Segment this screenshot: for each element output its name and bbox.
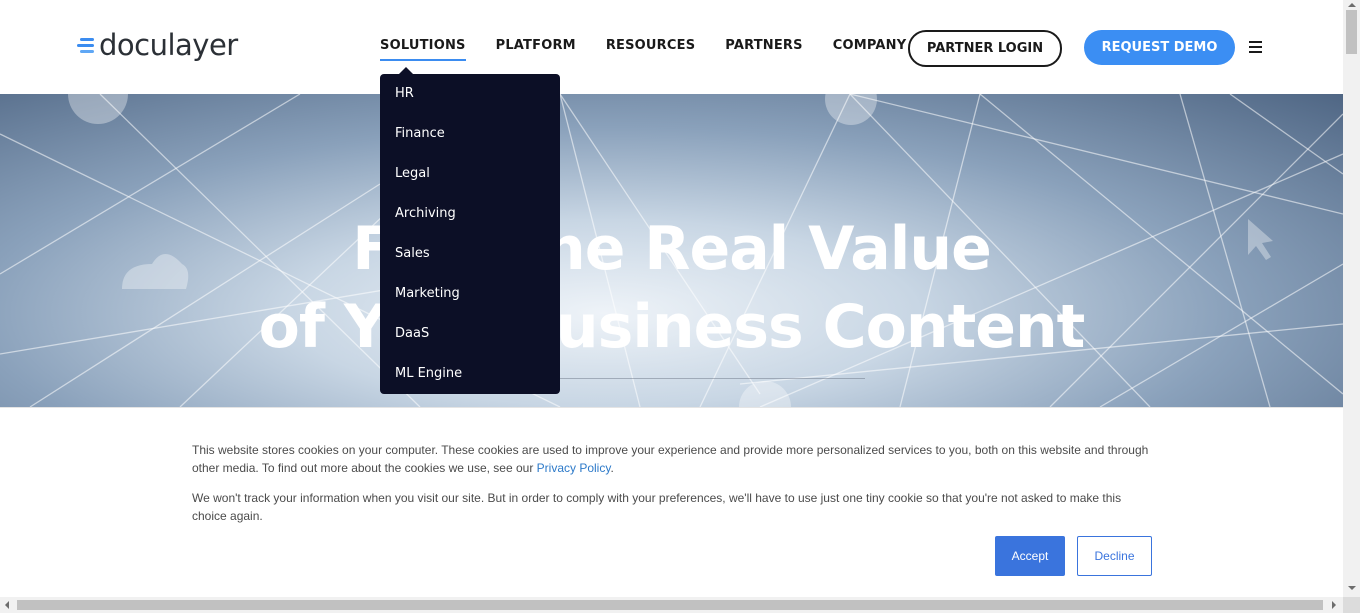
stacked-lines-logo-icon — [77, 33, 95, 57]
scroll-down-arrow-icon[interactable] — [1348, 586, 1356, 590]
cookie-text-1-end: . — [610, 461, 614, 475]
menu-item-daas[interactable]: DaaS — [395, 324, 429, 344]
cookie-text-2: We won't track your information when you… — [192, 491, 1122, 523]
nav-solutions[interactable]: SOLUTIONS — [380, 38, 466, 61]
scrollbar-corner — [1343, 597, 1360, 613]
scroll-right-arrow-icon[interactable] — [1332, 601, 1336, 609]
nav-resources[interactable]: RESOURCES — [606, 38, 695, 58]
request-demo-button[interactable]: REQUEST DEMO — [1084, 30, 1235, 65]
logo-text: doculayer — [99, 28, 238, 62]
nav-platform[interactable]: PLATFORM — [496, 38, 576, 58]
accept-button[interactable]: Accept — [995, 536, 1065, 576]
hero-title-line-2: of Your Business Content — [258, 292, 1086, 362]
menu-item-finance[interactable]: Finance — [395, 124, 445, 144]
privacy-policy-link[interactable]: Privacy Policy — [537, 461, 611, 475]
site-header: doculayer SOLUTIONS PLATFORM RESOURCES P… — [0, 0, 1343, 94]
partner-login-button[interactable]: PARTNER LOGIN — [908, 30, 1062, 67]
menu-item-hr[interactable]: HR — [395, 84, 414, 104]
nav-company[interactable]: COMPANY — [833, 38, 907, 58]
solutions-dropdown: HR Finance Legal Archiving Sales Marketi… — [380, 67, 560, 394]
logo[interactable]: doculayer — [77, 28, 238, 62]
menu-item-archiving[interactable]: Archiving — [395, 204, 456, 224]
hero-title-line-1: Find the Real Value — [352, 214, 992, 284]
vertical-scroll-thumb[interactable] — [1346, 10, 1357, 54]
cookie-text-1: This website stores cookies on your comp… — [192, 441, 1157, 477]
horizontal-scroll-thumb[interactable] — [17, 600, 1323, 610]
hamburger-icon[interactable] — [1249, 41, 1262, 53]
horizontal-scrollbar[interactable] — [0, 597, 1343, 613]
menu-item-legal[interactable]: Legal — [395, 164, 430, 184]
scroll-up-arrow-icon[interactable] — [1348, 3, 1356, 7]
decline-button[interactable]: Decline — [1077, 536, 1152, 576]
scroll-left-arrow-icon[interactable] — [5, 601, 9, 609]
main-nav: SOLUTIONS PLATFORM RESOURCES PARTNERS CO… — [380, 38, 936, 61]
vertical-scrollbar[interactable] — [1343, 0, 1360, 597]
cookie-text-1-body: This website stores cookies on your comp… — [192, 443, 1149, 475]
hero-banner: Find the Real Value of Your Business Con… — [0, 94, 1343, 407]
menu-item-ml-engine[interactable]: ML Engine — [395, 364, 462, 384]
menu-item-sales[interactable]: Sales — [395, 244, 430, 264]
nav-partners[interactable]: PARTNERS — [725, 38, 802, 58]
menu-item-marketing[interactable]: Marketing — [395, 284, 460, 304]
cookie-banner: This website stores cookies on your comp… — [0, 407, 1343, 598]
